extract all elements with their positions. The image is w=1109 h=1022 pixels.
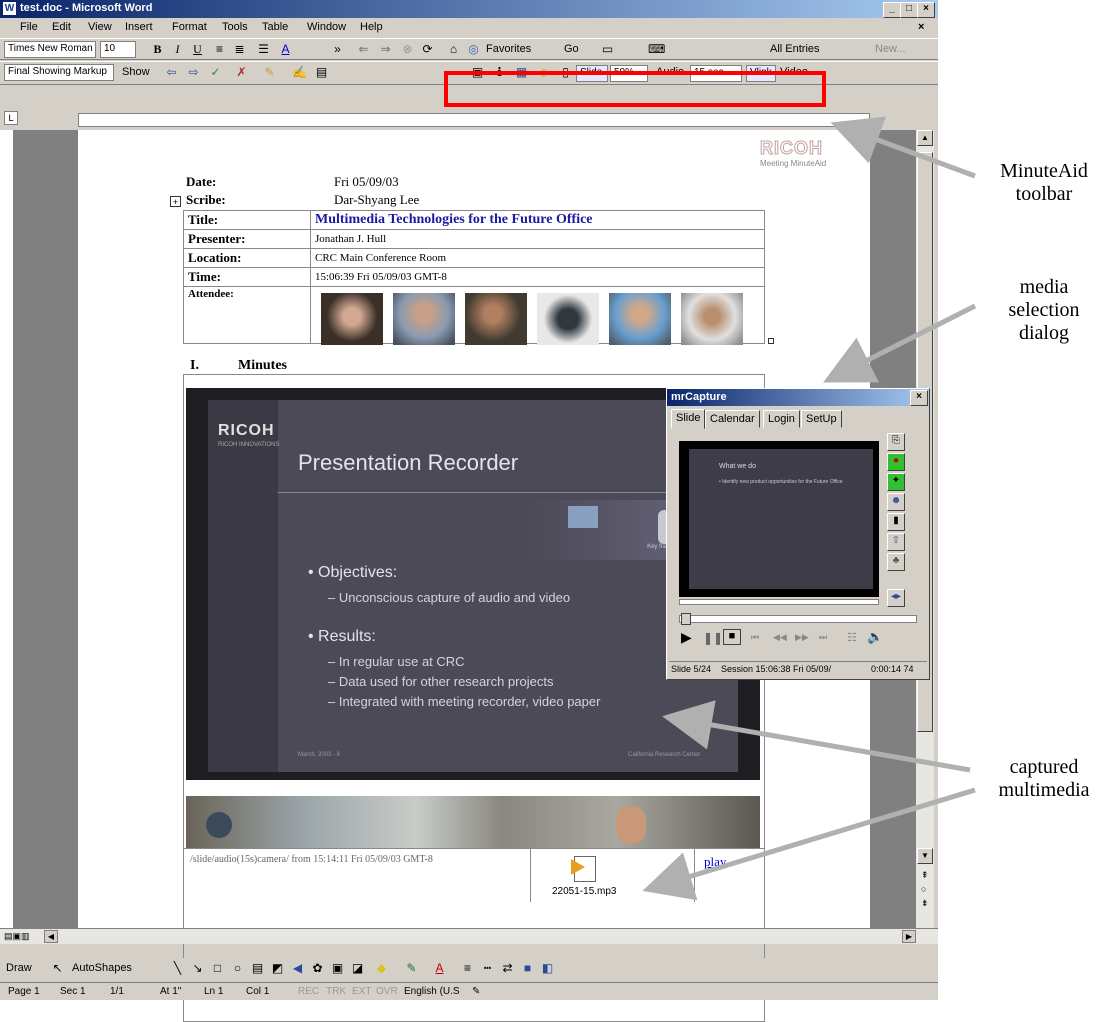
- annotation-line: selection: [1008, 299, 1080, 321]
- annotation-captured-multimedia: captured multimedia: [980, 756, 1108, 802]
- multimedia-arrow-slide: [662, 700, 971, 773]
- annotation-line: multimedia: [998, 779, 1090, 801]
- annotation-line: MinuteAid: [1000, 160, 1088, 182]
- annotation-line: toolbar: [1015, 183, 1073, 205]
- annotation-arrows: [642, 116, 977, 901]
- annotation-media-dialog: media selection dialog: [980, 276, 1108, 345]
- toolbar-arrow: [830, 116, 976, 179]
- dialog-arrow: [823, 303, 977, 383]
- multimedia-arrow-mp3: [642, 787, 976, 901]
- annotation-minuteaid-toolbar: MinuteAid toolbar: [980, 160, 1108, 206]
- annotation-line: dialog: [1019, 322, 1069, 344]
- annotation-line: captured: [1009, 756, 1079, 778]
- annotation-line: media: [1019, 276, 1069, 298]
